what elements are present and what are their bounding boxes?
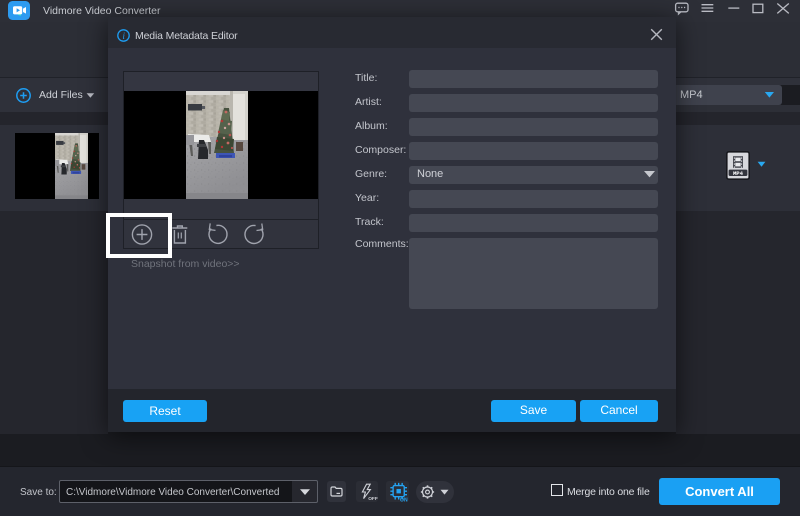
svg-text:ON: ON [400,498,408,502]
svg-text:MP4: MP4 [733,170,744,177]
svg-text:i: i [122,32,125,42]
svg-text:OFF: OFF [368,496,378,502]
